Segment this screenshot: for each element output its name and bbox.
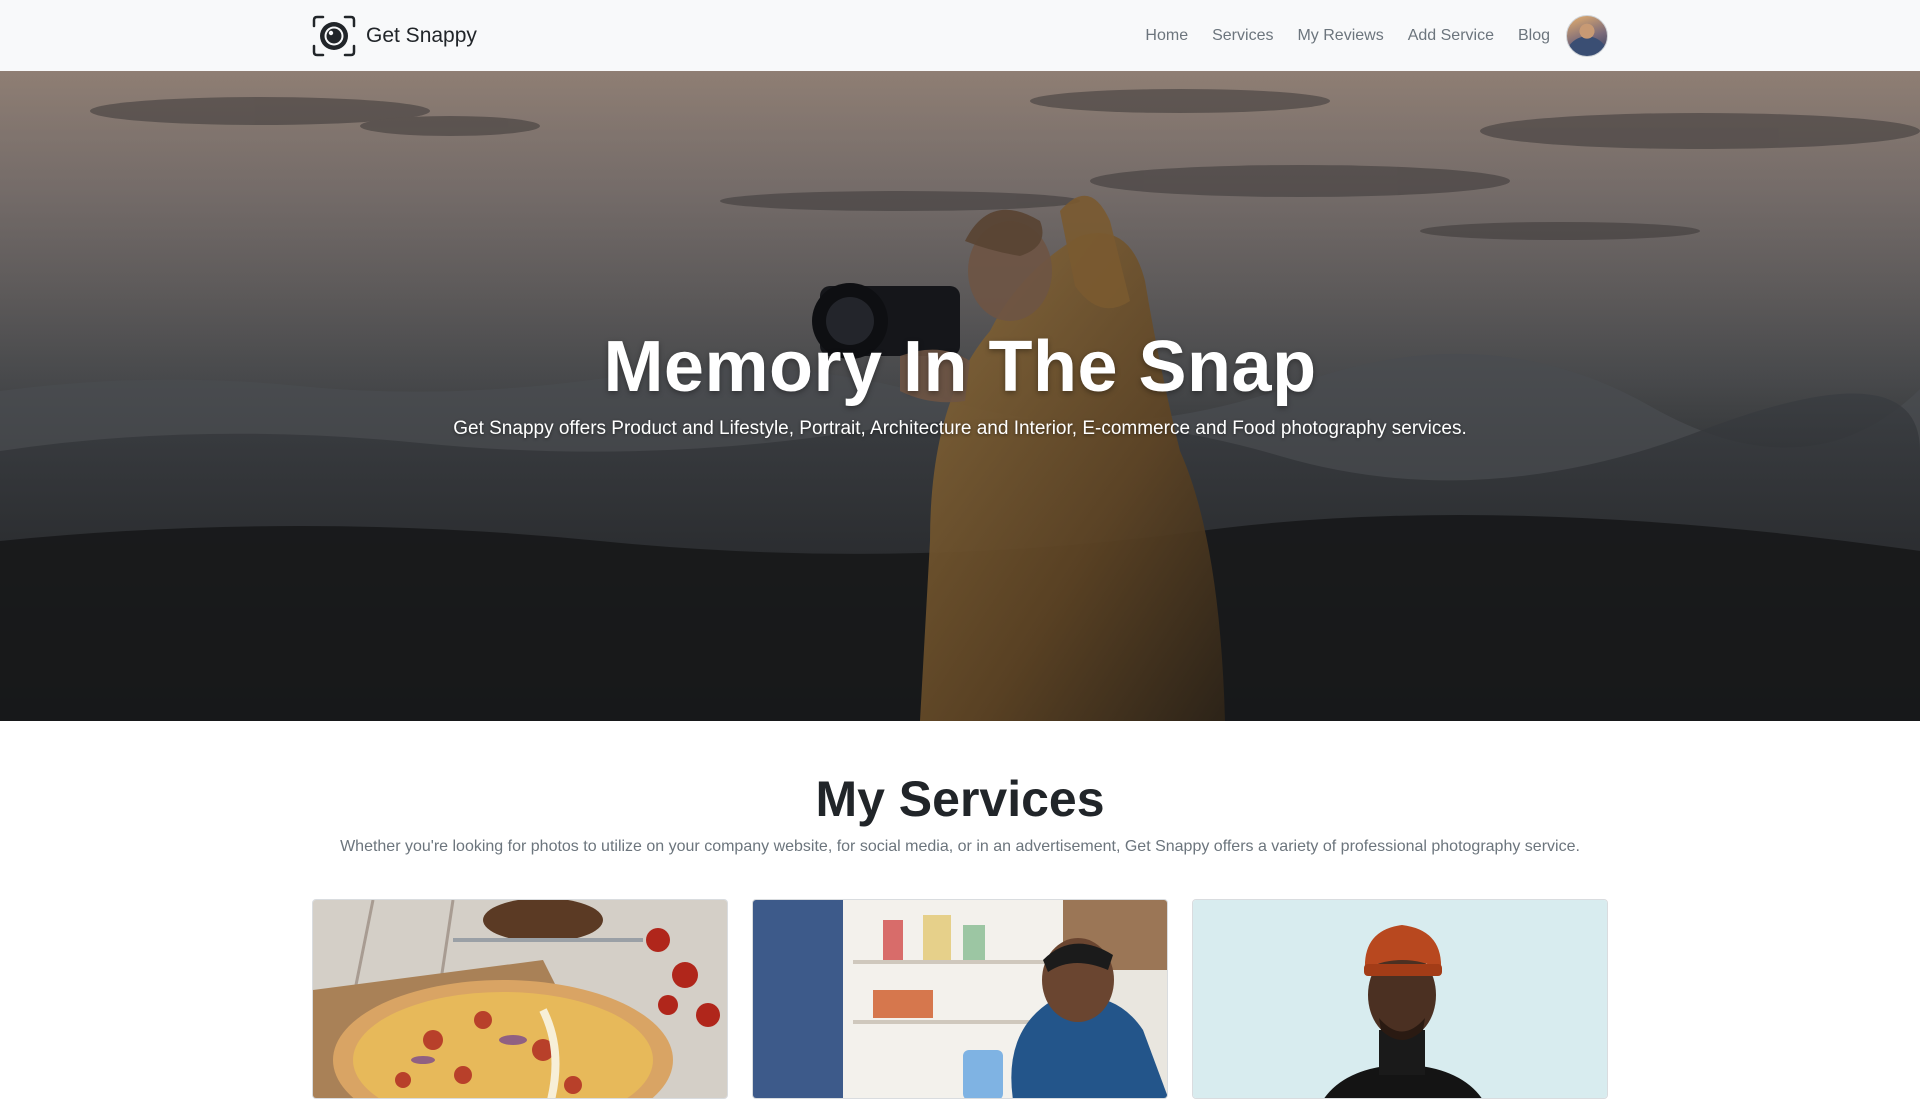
navbar-container: Get Snappy Home Services My Reviews Add …: [312, 0, 1608, 71]
camera-lens-icon: [312, 15, 356, 56]
nav-add-service[interactable]: Add Service: [1396, 0, 1506, 71]
hero-title: Memory In The Snap: [603, 327, 1317, 407]
brand-link[interactable]: Get Snappy: [312, 15, 477, 57]
service-cards: [312, 899, 1608, 1099]
hero-banner: Memory In The Snap Get Snappy offers Pro…: [0, 71, 1920, 721]
pizza-photo: [313, 900, 727, 1098]
nav-home[interactable]: Home: [1133, 0, 1200, 71]
user-avatar[interactable]: [1566, 14, 1608, 57]
services-title: My Services: [815, 771, 1105, 827]
services-description: Whether you're looking for photos to uti…: [340, 838, 1580, 855]
nav-services[interactable]: Services: [1200, 0, 1285, 71]
refrigerator-photo: [753, 900, 1167, 1098]
service-card-food[interactable]: [312, 899, 728, 1099]
nav-links: Home Services My Reviews Add Service Blo…: [1133, 0, 1608, 71]
service-card-portrait[interactable]: [1192, 899, 1608, 1099]
nav-blog[interactable]: Blog: [1506, 0, 1562, 71]
navbar: Get Snappy Home Services My Reviews Add …: [0, 0, 1920, 71]
nav-my-reviews[interactable]: My Reviews: [1285, 0, 1395, 71]
service-card-lifestyle[interactable]: [752, 899, 1168, 1099]
brand-name: Get Snappy: [366, 23, 477, 47]
portrait-photo: [1193, 900, 1607, 1098]
hero-subtitle: Get Snappy offers Product and Lifestyle,…: [453, 418, 1467, 439]
